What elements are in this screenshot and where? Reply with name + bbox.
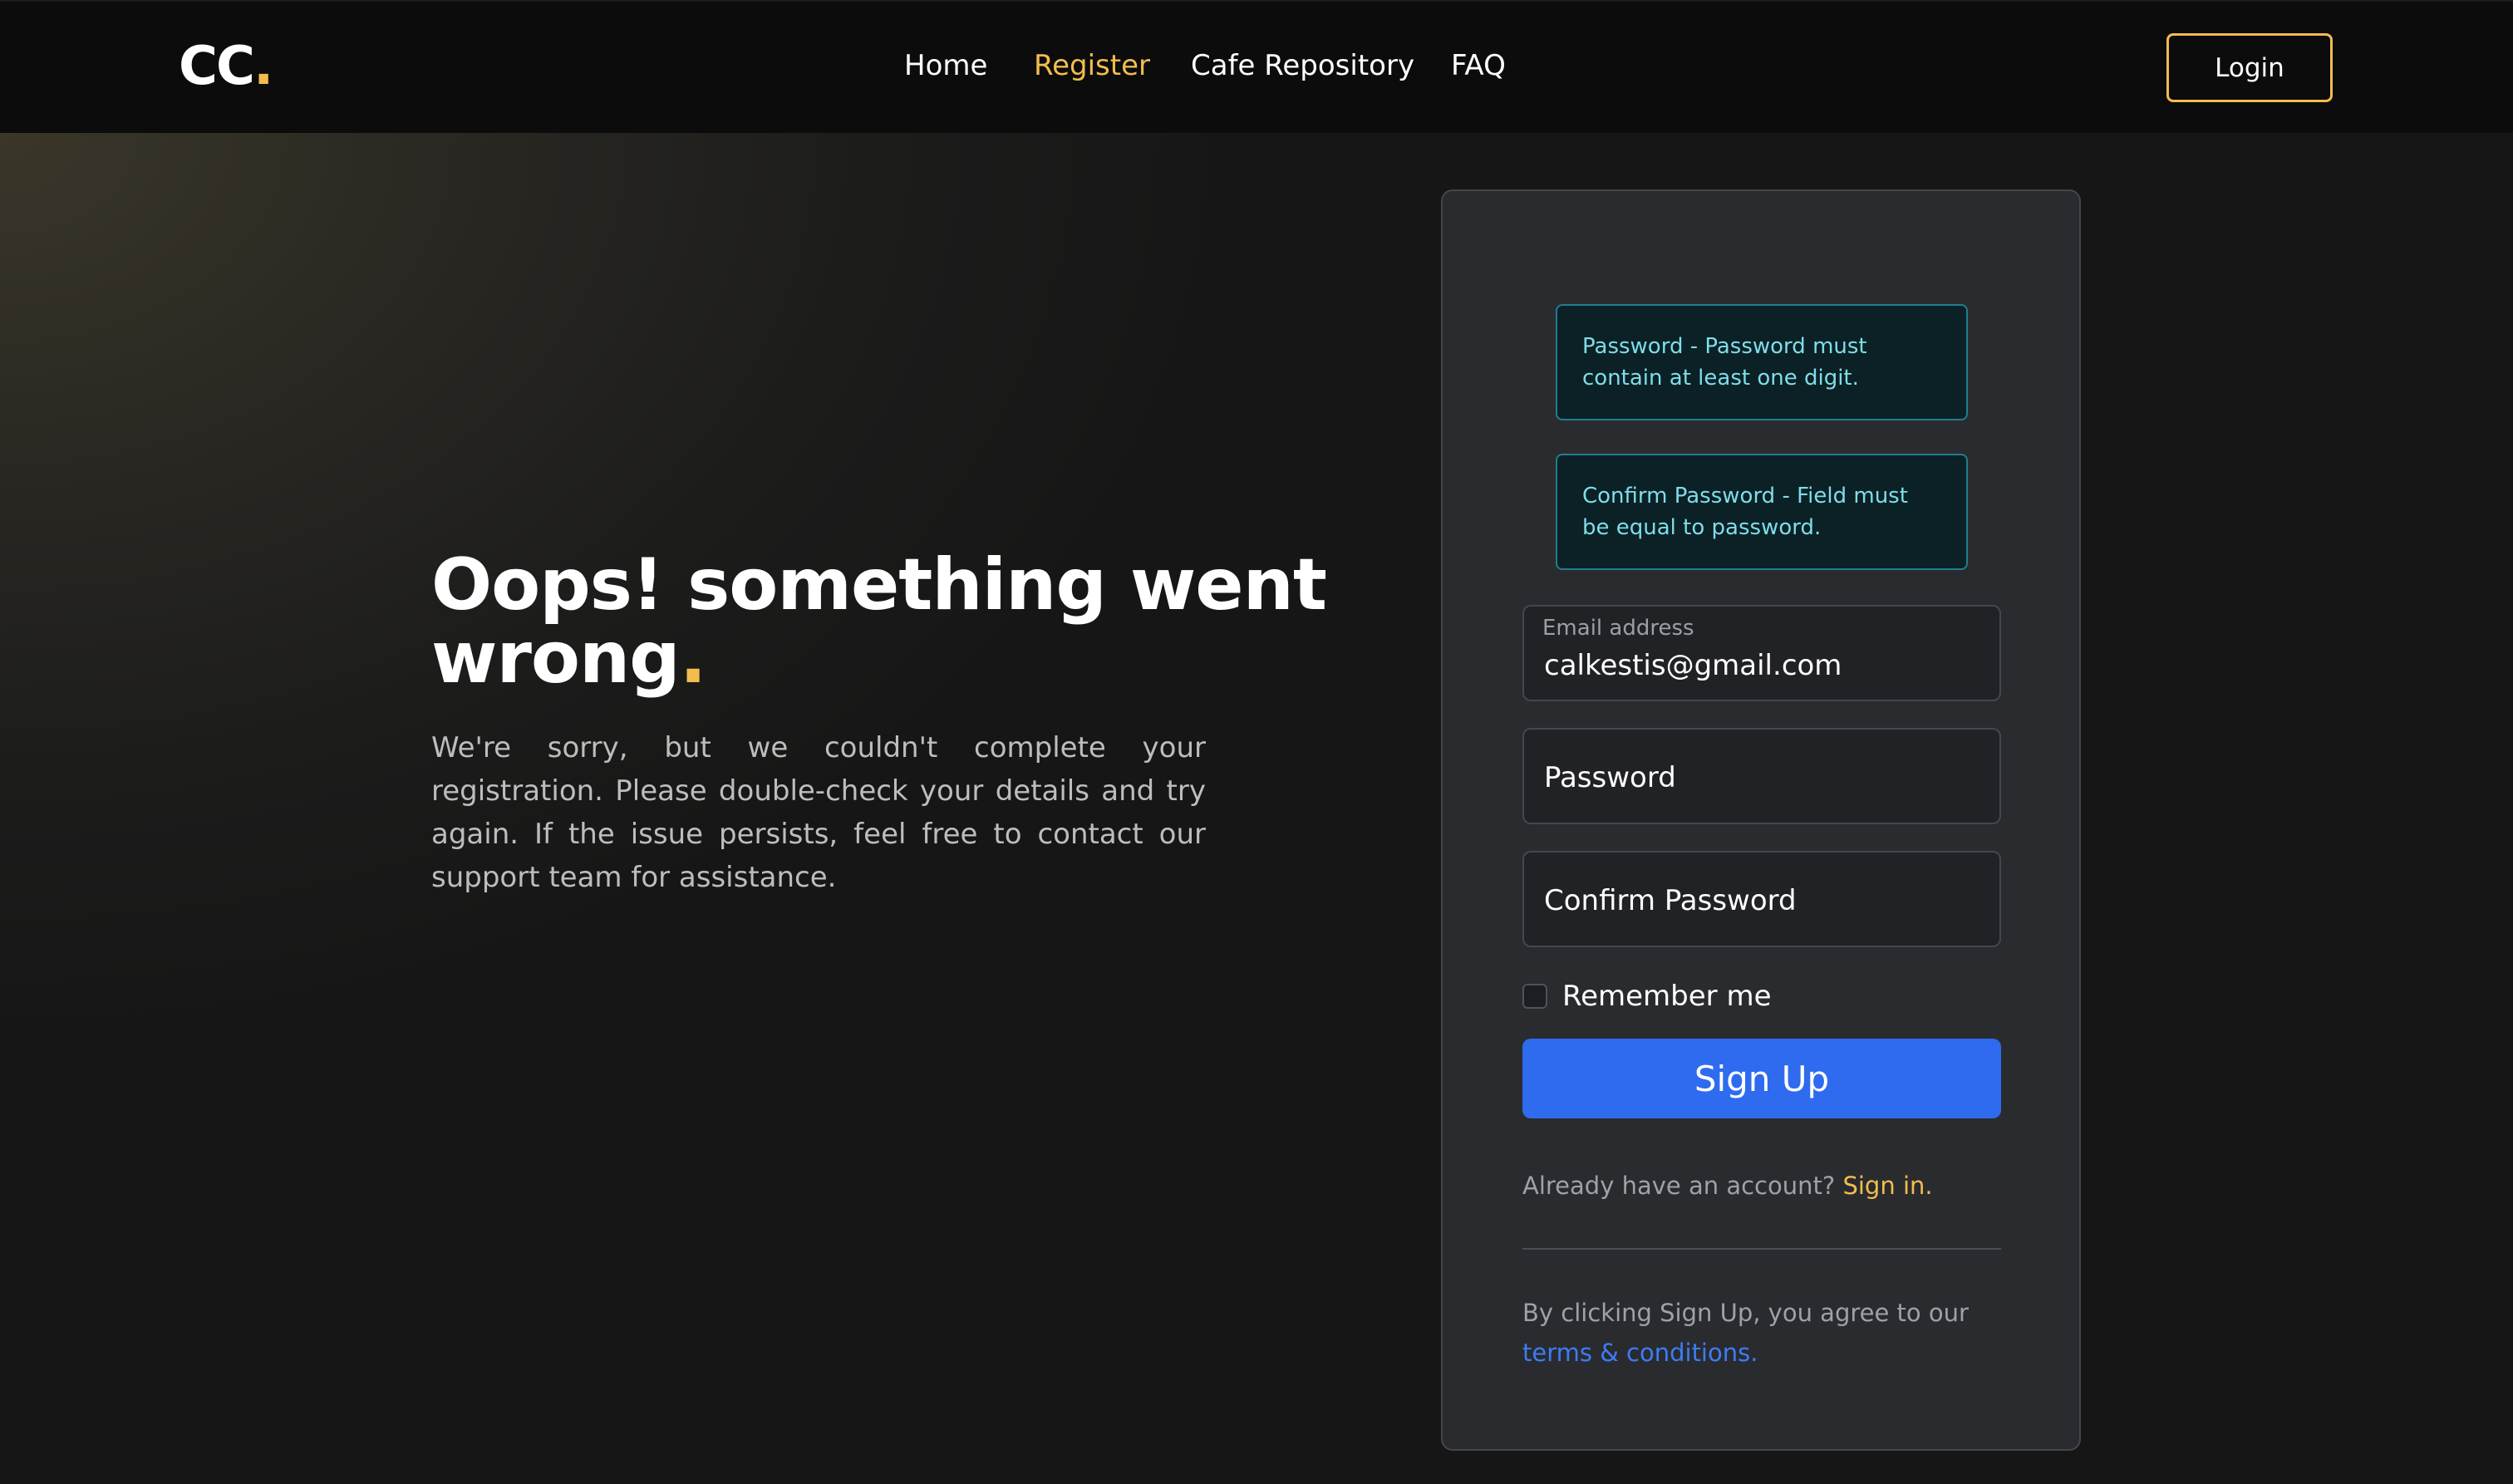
email-field[interactable]: Email address [1522,605,2001,701]
error-message: We're sorry, but we couldn't complete yo… [431,731,1206,894]
register-form-panel: Password - Password must contain at leas… [1441,189,2081,1451]
nav-faq[interactable]: FAQ [1451,45,1506,86]
remember-me-label: Remember me [1562,980,1772,1013]
divider [1522,1248,2001,1250]
confirm-password-field[interactable] [1522,851,2001,949]
remember-me-checkbox[interactable] [1522,984,1547,1009]
headline-text: Oops! something went wrong [431,543,1327,700]
nav-cafe-repository[interactable]: Cafe Repository [1191,45,1414,86]
email-label: Email address [1542,616,1694,641]
already-have-account: Already have an account? Sign in. [1522,1172,1933,1200]
confirm-password-input[interactable] [1544,853,1976,949]
brand-logo[interactable]: CC. [179,33,273,100]
terms-text: By clicking Sign Up, you agree to our [1522,1299,1969,1327]
already-text: Already have an account? [1522,1172,1836,1200]
password-error-alert: Password - Password must contain at leas… [1556,304,1968,420]
email-input[interactable] [1544,645,1976,686]
terms-link[interactable]: terms & conditions. [1522,1339,1758,1367]
logo-dot: . [253,36,273,97]
error-headline: Oops! something went wrong. [431,548,1345,695]
terms-notice: By clicking Sign Up, you agree to our te… [1522,1293,2021,1373]
sign-up-button[interactable]: Sign Up [1522,1039,2001,1118]
logo-text: CC [179,36,255,97]
sign-in-link[interactable]: Sign in. [1842,1172,1932,1200]
login-button[interactable]: Login [2166,33,2333,102]
password-field[interactable] [1522,728,2001,826]
nav-register[interactable]: Register [1034,45,1150,86]
nav-home[interactable]: Home [904,45,987,86]
remember-me[interactable]: Remember me [1522,975,1772,1017]
confirm-password-error-alert: Confirm Password - Field must be equal t… [1556,454,1968,570]
password-input[interactable] [1544,730,1976,826]
navbar: CC. Home Register Cafe Repository FAQ Lo… [0,0,2513,133]
hero-section [0,133,2513,1484]
headline-dot: . [679,617,707,700]
